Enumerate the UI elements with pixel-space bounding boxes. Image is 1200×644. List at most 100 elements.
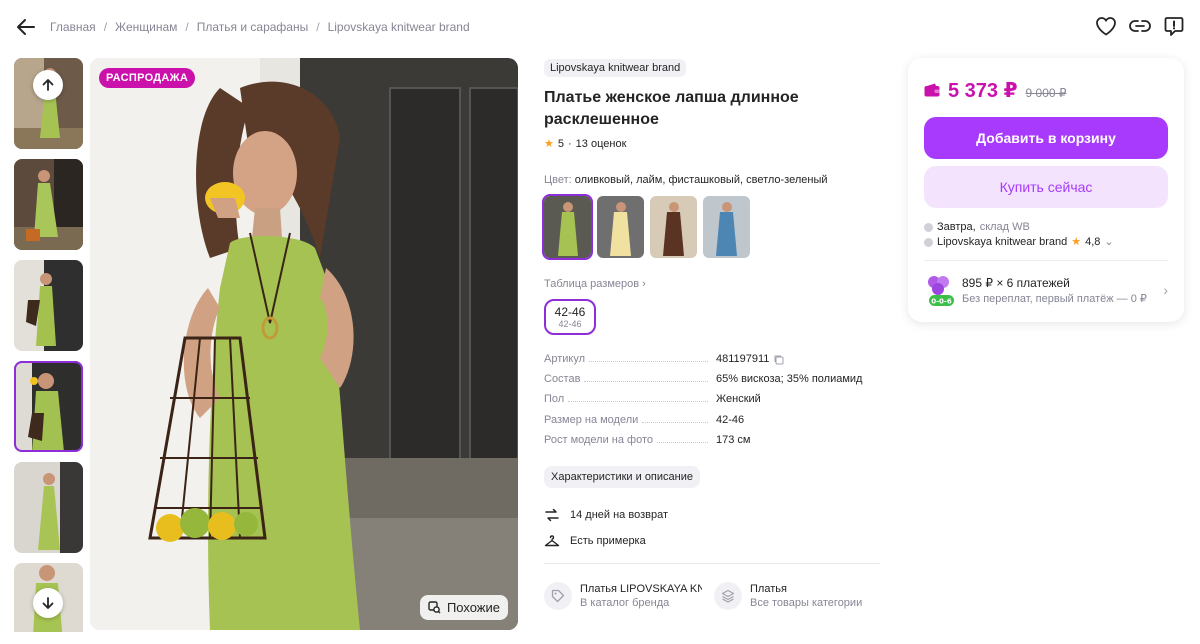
return-feature: 14 дней на возврат xyxy=(544,506,884,524)
size-table-label: Таблица размеров xyxy=(544,278,640,290)
thumbnail-3[interactable] xyxy=(14,260,83,351)
color-swatches xyxy=(542,194,884,260)
spec-value: 173 см xyxy=(716,433,751,446)
color-swatch-blue[interactable] xyxy=(703,196,750,258)
features: 14 дней на возврат Есть примерка xyxy=(544,506,884,550)
thumbnail-5[interactable] xyxy=(14,462,83,553)
chevron-down-icon: ⌄ xyxy=(1104,236,1114,248)
fitting-feature: Есть примерка xyxy=(544,532,884,550)
rating-value: 5 xyxy=(557,137,564,150)
report-icon[interactable] xyxy=(1162,14,1186,38)
seller-rating: 4,8 xyxy=(1085,236,1101,248)
spec-value: Женский xyxy=(716,393,761,406)
warehouse: склад WB xyxy=(979,221,1030,233)
top-actions xyxy=(1094,14,1186,38)
similar-button[interactable]: Похожие xyxy=(419,595,508,620)
arrow-up-icon[interactable] xyxy=(33,70,63,100)
spec-value: 65% вискоза; 35% полиамид xyxy=(716,373,863,386)
divider xyxy=(544,562,880,564)
star-icon: ★ xyxy=(544,138,554,150)
reviews-count: 13 оценок xyxy=(575,137,627,150)
fitting-label: Есть примерка xyxy=(570,534,646,547)
installment-badge: 0-0-6 xyxy=(931,298,952,306)
delivery-date: Завтра, xyxy=(937,221,976,233)
brand-catalog-sub: В каталог бренда xyxy=(580,596,670,609)
color-value: оливковый, лайм, фисташковый, светло-зел… xyxy=(574,174,828,186)
hanger-icon xyxy=(544,535,560,547)
thumbnail-gallery xyxy=(14,58,84,632)
seller-row[interactable]: Lipovskaya knitwear brand ★ 4,8 ⌄ xyxy=(924,235,1168,250)
tag-icon xyxy=(544,581,572,610)
breadcrumb-women[interactable]: Женщинам xyxy=(115,20,177,34)
link-icon[interactable] xyxy=(1128,14,1152,38)
category-title: Платья xyxy=(750,582,787,595)
category-sub: Все товары категории xyxy=(750,596,863,609)
size-table-link[interactable]: Таблица размеров › xyxy=(544,278,884,290)
main-product-photo[interactable]: РАСПРОДАЖА Похожие xyxy=(90,58,518,630)
sale-badge: РАСПРОДАЖА xyxy=(99,68,196,88)
specs-table: Артикул 481197911 Состав 65% вискоза; 35… xyxy=(544,353,884,454)
thumbnail-2[interactable] xyxy=(14,159,83,250)
color-line: Цвет: оливковый, лайм, фисташковый, свет… xyxy=(544,174,884,186)
size-option-sublabel: 42-46 xyxy=(558,319,582,329)
similar-label: Похожие xyxy=(446,600,500,615)
delivery-info: Завтра, склад WB Lipovskaya knitwear bra… xyxy=(924,220,1168,250)
spec-row: Артикул 481197911 xyxy=(544,353,884,373)
heart-icon[interactable] xyxy=(1094,14,1118,38)
spec-key: Артикул xyxy=(544,353,586,365)
spec-key: Рост модели на фото xyxy=(544,433,654,446)
arrow-down-icon[interactable] xyxy=(33,588,63,618)
product-photo-illustration xyxy=(90,58,518,630)
product-title: Платье женское лапша длинное расклешенно… xyxy=(544,89,799,128)
spec-row: Пол Женский xyxy=(544,393,884,413)
installment-offer[interactable]: 0-0-6 895 ₽ × 6 платежей Без переплат, п… xyxy=(924,260,1168,307)
delivery-icon xyxy=(924,223,933,232)
return-label: 14 дней на возврат xyxy=(570,508,668,521)
category-link[interactable]: Платья Все товары категории xyxy=(714,581,872,610)
breadcrumb-separator: / xyxy=(185,20,189,34)
chevron-right-icon: › xyxy=(642,278,646,290)
spec-row: Рост модели на фото 173 см xyxy=(544,434,884,454)
category-links: Платья LIPOVSKAYA KNITWEAR В каталог бре… xyxy=(544,581,884,610)
buy-now-button[interactable]: Купить сейчас xyxy=(924,166,1168,208)
color-swatch-yellow[interactable] xyxy=(597,196,644,258)
copy-icon[interactable] xyxy=(773,354,784,365)
rating-separator: · xyxy=(568,137,572,150)
installment-note: Без переплат, первый платёж — 0 ₽ xyxy=(962,292,1147,305)
add-to-cart-button[interactable]: Добавить в корзину xyxy=(924,117,1168,159)
breadcrumb-separator: / xyxy=(316,20,320,34)
breadcrumb: Главная / Женщинам / Платья и сарафаны /… xyxy=(50,20,470,34)
spec-row: Размер на модели 42-46 xyxy=(544,414,884,434)
size-option-42-46[interactable]: 42-46 42-46 xyxy=(544,299,596,335)
spec-row: Состав 65% вискоза; 35% полиамид xyxy=(544,373,884,393)
breadcrumb-dresses[interactable]: Платья и сарафаны xyxy=(197,20,308,34)
spec-key: Пол xyxy=(544,393,565,406)
brand-catalog-title: Платья LIPOVSKAYA KNITWEAR xyxy=(580,582,702,595)
spec-value: 42-46 xyxy=(716,413,745,426)
layers-icon xyxy=(714,581,742,610)
brand-chip[interactable]: Lipovskaya knitwear brand xyxy=(544,59,687,77)
breadcrumb-home[interactable]: Главная xyxy=(50,20,96,34)
brand-catalog-link[interactable]: Платья LIPOVSKAYA KNITWEAR В каталог бре… xyxy=(544,581,702,610)
color-swatch-green[interactable] xyxy=(542,194,593,260)
installment-flower-icon: 0-0-6 xyxy=(928,276,954,306)
thumbnail-4-selected[interactable] xyxy=(14,361,83,452)
rating[interactable]: ★ 5 · 13 оценок xyxy=(544,137,884,151)
breadcrumb-separator: / xyxy=(103,20,108,34)
old-price: 9 000 ₽ xyxy=(1025,86,1067,100)
product-info: Lipovskaya knitwear brand Платье женское… xyxy=(542,58,884,610)
color-swatch-brown[interactable] xyxy=(650,196,697,258)
installment-amount: 895 ₽ × 6 платежей xyxy=(962,275,1070,290)
size-option-label: 42-46 xyxy=(554,305,586,319)
wallet-icon xyxy=(924,83,940,97)
breadcrumb-brand[interactable]: Lipovskaya knitwear brand xyxy=(328,20,470,34)
characteristics-button[interactable]: Характеристики и описание xyxy=(544,465,700,488)
buy-card: 5 373 ₽ 9 000 ₽ Добавить в корзину Купит… xyxy=(908,58,1184,322)
seller-name: Lipovskaya knitwear brand xyxy=(937,236,1068,248)
return-arrows-icon xyxy=(545,508,559,522)
current-price: 5 373 ₽ xyxy=(948,80,1018,102)
chevron-right-icon: › xyxy=(1163,282,1168,298)
back-arrow-icon[interactable] xyxy=(14,16,38,38)
shop-icon xyxy=(924,238,933,247)
color-label: Цвет: xyxy=(544,174,572,186)
